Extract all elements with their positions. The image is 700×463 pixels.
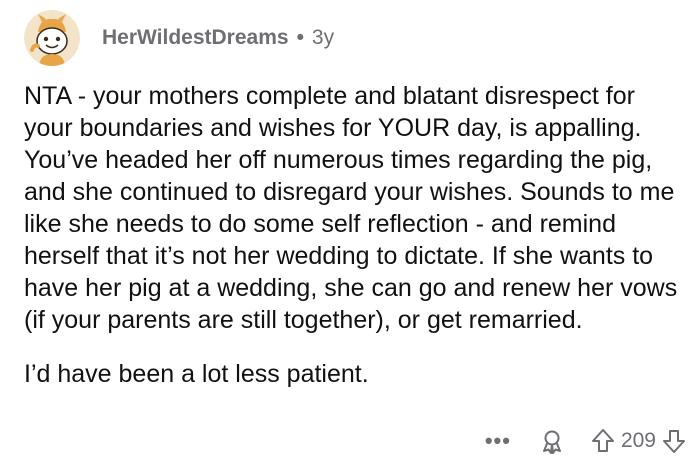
comment-paragraph: I’d have been a lot less patient. — [24, 360, 369, 388]
comment-meta: HerWildestDreams • 3y — [102, 26, 334, 50]
upvote-arrow-icon[interactable] — [591, 428, 615, 454]
more-options-button[interactable]: ••• — [485, 428, 511, 454]
comment-username[interactable]: HerWildestDreams — [102, 26, 289, 50]
user-avatar-icon[interactable] — [24, 10, 80, 66]
downvote-arrow-icon[interactable] — [662, 428, 686, 454]
vote-controls: 209 — [591, 428, 686, 454]
comment-paragraph: NTA - your mothers complete and blatant … — [24, 82, 678, 334]
award-button[interactable] — [539, 428, 565, 454]
vote-score: 209 — [620, 429, 656, 452]
comment-age: 3y — [311, 26, 335, 49]
comment-actions: ••• 209 — [485, 424, 686, 458]
meta-separator: • — [296, 26, 304, 49]
comment-header: HerWildestDreams • 3y — [24, 10, 334, 66]
comment-body: NTA - your mothers complete and blatant … — [24, 80, 684, 390]
award-icon — [539, 428, 565, 454]
